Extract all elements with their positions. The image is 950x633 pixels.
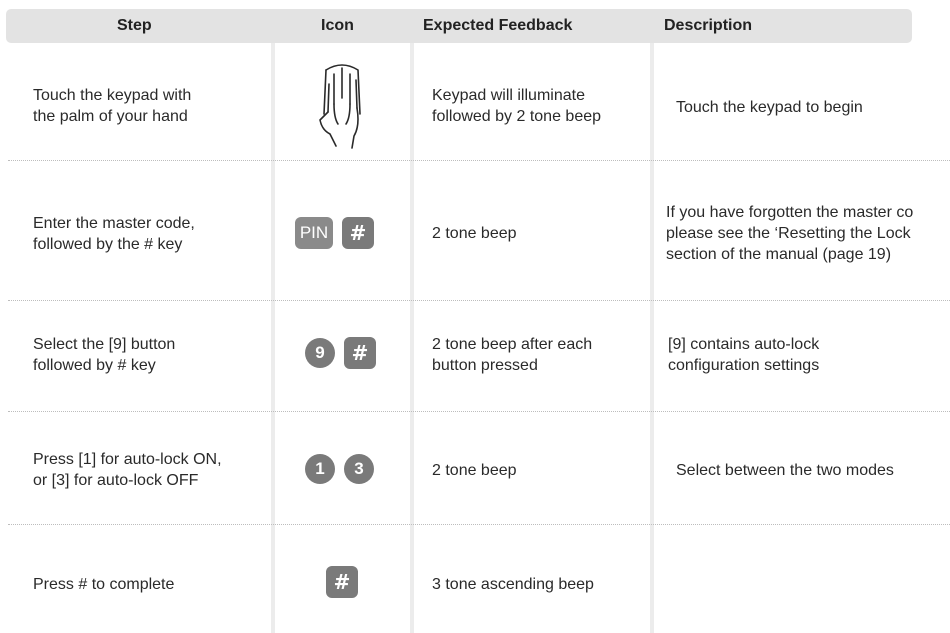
feedback-text: 2 tone beep bbox=[432, 224, 517, 242]
column-divider bbox=[410, 43, 414, 633]
table-row: Enter the master code, followed by the #… bbox=[33, 212, 195, 256]
row-separator bbox=[8, 300, 950, 301]
pin-key-icon: PIN bbox=[295, 217, 333, 249]
table-row: Select the [9] button followed by # key bbox=[33, 333, 175, 377]
step-text: Enter the master code, followed by the #… bbox=[33, 215, 195, 253]
header-icon: Icon bbox=[321, 17, 354, 34]
one-key-icon: 1 bbox=[305, 454, 335, 484]
hash-key-icon: # bbox=[344, 337, 376, 369]
description-text: [9] contains auto-lock configuration set… bbox=[668, 336, 820, 374]
feedback-text: Keypad will illuminate followed by 2 ton… bbox=[432, 87, 602, 125]
step-text: Press [1] for auto-lock ON, or [3] for a… bbox=[33, 451, 222, 489]
table-row: Touch the keypad with the palm of your h… bbox=[33, 84, 191, 128]
header-feedback: Expected Feedback bbox=[423, 17, 573, 34]
key-icons: 1 3 bbox=[305, 454, 374, 484]
step-text: Touch the keypad with the palm of your h… bbox=[33, 87, 192, 125]
step-text: Select the [9] button followed by # key bbox=[33, 336, 176, 374]
header-description: Description bbox=[664, 17, 753, 34]
feedback-text: 2 tone beep after each button pressed bbox=[432, 336, 593, 374]
description-text: Select between the two modes bbox=[676, 461, 894, 479]
row-separator bbox=[8, 411, 950, 412]
row-separator bbox=[8, 160, 950, 161]
feedback-text: 3 tone ascending beep bbox=[432, 575, 594, 593]
hash-key-icon: # bbox=[326, 566, 358, 598]
nine-key-icon: 9 bbox=[305, 338, 335, 368]
row-separator bbox=[8, 524, 950, 525]
table-header: Step Icon Expected Feedback Description bbox=[6, 9, 912, 43]
description-text: Touch the keypad to begin bbox=[676, 98, 863, 116]
description-text: If you have forgotten the master co plea… bbox=[666, 203, 914, 263]
key-icons: 9 # bbox=[305, 337, 376, 369]
table-row: Press [1] for auto-lock ON, or [3] for a… bbox=[33, 448, 222, 492]
feedback-text: 2 tone beep bbox=[432, 461, 517, 479]
table-row: Press # to complete bbox=[33, 573, 174, 595]
hash-key-icon: # bbox=[342, 217, 374, 249]
step-text: Press # to complete bbox=[33, 575, 175, 593]
palm-icon bbox=[316, 64, 368, 155]
column-divider bbox=[650, 43, 654, 633]
three-key-icon: 3 bbox=[344, 454, 374, 484]
key-icons: PIN # bbox=[295, 217, 374, 249]
key-icons: # bbox=[326, 566, 358, 598]
column-divider bbox=[271, 43, 275, 633]
header-step: Step bbox=[117, 17, 152, 34]
